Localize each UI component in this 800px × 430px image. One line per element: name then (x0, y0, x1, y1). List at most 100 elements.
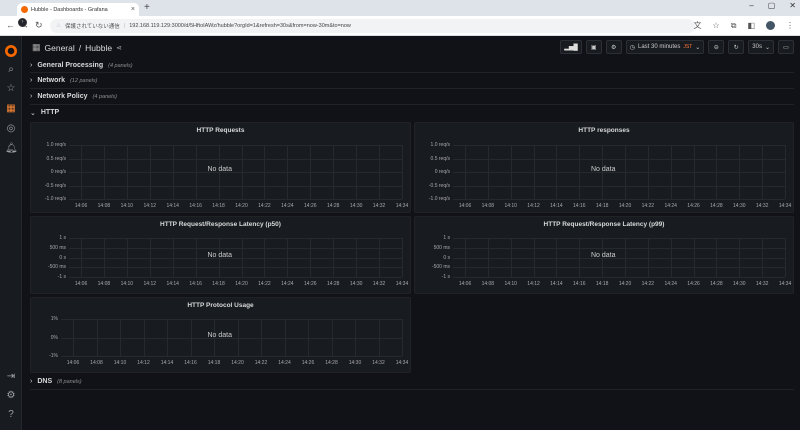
extensions-icon[interactable]: ⧉ (731, 21, 737, 31)
dashboard-settings-button[interactable]: ⚙ (605, 40, 622, 54)
close-tab-icon[interactable]: × (131, 6, 135, 13)
grid-line (402, 145, 403, 199)
side-menu: ⌕ ☆ ▦ ◎ 🔔︎ ⇥ ⚙ ? (0, 36, 22, 430)
grid-line (533, 145, 535, 199)
x-tick-label: 14:12 (143, 203, 157, 209)
no-data-label: No data (207, 251, 233, 259)
panel-http-protocol-usage[interactable]: HTTP Protocol Usage 1% 0% -1% 14:06 14:08 14:1… (30, 297, 411, 373)
grid-line (167, 319, 168, 356)
url-text[interactable]: 192.168.119.129:3000/d/5HftoIAWz/hubble?… (129, 23, 351, 29)
grid-line (556, 238, 558, 277)
expand-menu-icon[interactable]: › (18, 18, 27, 27)
panel-title[interactable]: HTTP Protocol Usage (31, 302, 410, 309)
row-network[interactable]: › Network (12 panels) (30, 74, 794, 87)
grid-line (785, 238, 786, 277)
explore-icon[interactable]: ◎ (5, 123, 17, 135)
zoom-out-button[interactable]: ⊖ (708, 40, 725, 54)
browser-tab-title: Hubble - Dashboards - Grafana (31, 6, 108, 13)
settings-gear-icon[interactable]: ⚙ (5, 390, 17, 402)
row-panel-count: (12 panels) (69, 77, 98, 84)
grid-line (61, 319, 402, 320)
panel-latency-p50[interactable]: HTTP Request/Response Latency (p50) 1 s 50… (30, 216, 411, 294)
tv-mode-button[interactable]: ▭ (778, 40, 794, 54)
panel-http-responses[interactable]: HTTP responses 1.0 req/s 0.5 req/s 0 req/s -… (414, 122, 794, 213)
x-tick-label: 14:20 (235, 281, 248, 287)
help-icon[interactable]: ? (5, 409, 17, 421)
bookmark-star-icon[interactable]: ☆ (713, 21, 720, 30)
translate-icon[interactable]: 文 (694, 20, 702, 31)
x-tick-label: 14:22 (254, 360, 268, 366)
refresh-button[interactable]: ↻ (728, 40, 745, 54)
y-tick-label: 1% (50, 316, 58, 322)
minimize-icon[interactable]: – (749, 1, 753, 10)
reload-icon[interactable]: ↻ (35, 20, 43, 31)
row-title: Network (37, 77, 65, 84)
sidepanel-icon[interactable]: ◧ (747, 21, 755, 30)
sign-in-icon[interactable]: ⇥ (5, 371, 17, 383)
share-icon[interactable]: ⋖ (116, 44, 122, 52)
y-tick-label: -500 ms (47, 264, 66, 271)
grid-line (625, 238, 626, 277)
grid-line (310, 238, 312, 277)
security-warning: 保護されていない通信 (64, 24, 120, 30)
grid-line (149, 238, 151, 277)
browser-menu-icon[interactable]: ⋮ (786, 21, 794, 30)
browser-tab[interactable]: Hubble - Dashboards - Grafana × (17, 3, 139, 16)
x-tick-label: 14:06 (74, 203, 88, 209)
maximize-icon[interactable]: ▢ (768, 1, 776, 10)
grid-line (195, 145, 197, 199)
x-tick-label: 14:32 (372, 360, 385, 366)
save-icon: ▣ (590, 44, 597, 51)
profile-avatar[interactable] (766, 21, 775, 30)
row-divider (30, 104, 794, 105)
panel-title[interactable]: HTTP responses (415, 127, 793, 134)
x-tick-label: 14:06 (66, 360, 80, 366)
dashboards-icon[interactable]: ▦ (5, 103, 17, 115)
close-window-icon[interactable]: ✕ (789, 1, 796, 10)
time-picker[interactable]: ◷ Last 30 minutes JST ⌄ (625, 40, 705, 54)
panel-title[interactable]: HTTP Request/Response Latency (p99) (415, 221, 793, 228)
panel-title[interactable]: HTTP Request/Response Latency (p50) (31, 221, 410, 228)
grid-line (190, 319, 192, 356)
grid-line (69, 172, 402, 173)
y-tick-label: 0% (50, 334, 58, 341)
refresh-interval-picker[interactable]: 30s ⌄ (748, 40, 774, 54)
panel-http-requests[interactable]: HTTP Requests 1.0 req/s 0.5 req/s 0 req/s -0… (30, 122, 411, 213)
x-tick-label: 14:16 (573, 281, 586, 287)
new-tab-icon[interactable]: + (144, 2, 150, 13)
breadcrumb-folder[interactable]: General (45, 43, 75, 53)
panel-title[interactable]: HTTP Requests (31, 127, 410, 134)
x-tick-label: 14:08 (481, 203, 495, 209)
panel-latency-p99[interactable]: HTTP Request/Response Latency (p99) 1 s 50… (414, 216, 794, 294)
clock-icon: ◷ (629, 44, 635, 51)
grid-line (785, 145, 786, 199)
alerting-icon[interactable]: 🔔︎ (5, 143, 18, 155)
grid-line (556, 145, 558, 199)
row-general-processing[interactable]: › General Processing (4 panels) (30, 59, 794, 72)
save-dashboard-button[interactable]: ▣ (585, 40, 602, 54)
x-tick-label: 14:26 (687, 281, 700, 287)
row-dns[interactable]: › DNS (8 panels) (30, 375, 794, 388)
add-panel-button[interactable]: ▂▅█ (560, 40, 582, 54)
grid-line (510, 238, 512, 277)
grafana-logo-icon[interactable] (5, 45, 17, 57)
grid-line (762, 238, 764, 277)
address-bar[interactable]: ⚠ 保護されていない通信 | 192.168.119.129:3000/d/5H… (50, 19, 695, 33)
x-tick-label: 14:30 (733, 203, 746, 209)
starred-icon[interactable]: ☆ (5, 83, 17, 95)
page-title[interactable]: Hubble (85, 43, 112, 53)
row-http[interactable]: ⌄ HTTP (30, 106, 794, 119)
add-panel-icon: ▂▅█ (564, 44, 578, 51)
dashboard-grid-icon: ▦ (32, 42, 41, 52)
back-icon[interactable]: ← (6, 20, 15, 30)
grid-line (453, 145, 785, 146)
grid-line (172, 145, 174, 199)
x-tick-label: 14:26 (304, 281, 317, 287)
grid-line (331, 319, 333, 356)
y-tick-label: -500 ms (431, 264, 450, 271)
grid-line (453, 267, 785, 269)
browser-toolbar: ← → ↻ ⚠ 保護されていない通信 | 192.168.119.129:300… (0, 16, 800, 36)
x-tick-label: 14:12 (527, 203, 540, 209)
search-icon[interactable]: ⌕ (5, 64, 17, 76)
row-network-policy[interactable]: › Network Policy (4 panels) (30, 90, 794, 103)
